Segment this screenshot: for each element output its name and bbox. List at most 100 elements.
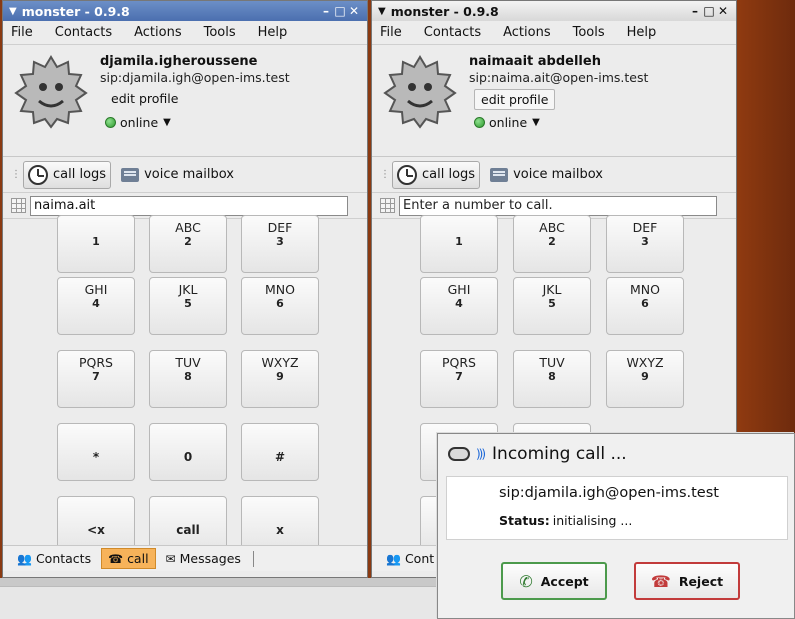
maximize-icon[interactable]: □: [333, 4, 347, 18]
call-logs-button[interactable]: call logs: [23, 160, 112, 189]
key-7[interactable]: PQRS 7: [57, 350, 135, 408]
key-5[interactable]: JKL 5: [149, 277, 227, 335]
key-1[interactable]: 1: [420, 215, 498, 273]
key-digit: 7: [455, 370, 463, 383]
key-3[interactable]: DEF 3: [606, 215, 684, 273]
tab-messages-label: Messages: [179, 551, 241, 566]
menu-file[interactable]: File: [380, 25, 402, 40]
key-star[interactable]: *: [57, 423, 135, 481]
tab-contacts[interactable]: 👥 Cont: [380, 549, 440, 568]
profile-panel: naimaait abdelleh sip:naima.ait@open-ims…: [372, 45, 736, 145]
incoming-call-header: ))) Incoming call ...: [438, 434, 794, 474]
menu-tools[interactable]: Tools: [204, 25, 236, 40]
signal-waves-icon: ))): [476, 447, 486, 461]
key-8[interactable]: TUV 8: [513, 350, 591, 408]
presence-selector[interactable]: online ▼: [474, 115, 540, 130]
edit-profile-button[interactable]: edit profile: [474, 89, 556, 110]
key-2[interactable]: ABC 2: [149, 215, 227, 273]
call-logs-label: call logs: [53, 167, 107, 182]
dial-pad: 1 ABC 2 DEF 3 GHI 4 JKL 5 MNO 6 PQRS 7 TUV 8 WX…: [3, 215, 367, 545]
status-label: Status:: [499, 513, 550, 528]
key-digit: 8: [548, 370, 556, 383]
gear-avatar-icon: [14, 55, 88, 129]
profile-panel: djamila.igheroussene sip:djamila.igh@ope…: [3, 45, 367, 145]
key-7[interactable]: PQRS 7: [420, 350, 498, 408]
tools-toolbar: ⋮ call logs voice mailbox: [3, 157, 367, 193]
key-letters: ABC: [175, 220, 201, 235]
key-5[interactable]: JKL 5: [513, 277, 591, 335]
key-6[interactable]: MNO 6: [241, 277, 319, 335]
voice-mailbox-button[interactable]: voice mailbox: [117, 161, 238, 189]
key-3[interactable]: DEF 3: [241, 215, 319, 273]
reject-button[interactable]: ☎ Reject: [634, 562, 740, 600]
key-letters: GHI: [84, 282, 108, 297]
window-menu-arrow-icon[interactable]: ▼: [378, 6, 386, 17]
call-key[interactable]: call: [149, 496, 227, 545]
menu-file[interactable]: File: [11, 25, 33, 40]
key-digit: <x: [87, 523, 105, 537]
edit-profile-button[interactable]: edit profile: [105, 89, 184, 108]
presence-label: online: [489, 115, 528, 130]
menu-actions[interactable]: Actions: [503, 25, 551, 40]
key-8[interactable]: TUV 8: [149, 350, 227, 408]
key-digit: call: [176, 523, 200, 537]
clock-icon: [397, 164, 417, 185]
key-digit: 1: [455, 235, 463, 248]
reject-phone-icon: ☎: [650, 571, 671, 591]
tab-contacts[interactable]: 👥 Contacts: [11, 549, 97, 568]
phone-icon: ☎: [108, 551, 124, 566]
menu-contacts[interactable]: Contacts: [55, 25, 112, 40]
incoming-call-title: Incoming call ...: [492, 444, 627, 464]
presence-selector[interactable]: online ▼: [105, 115, 171, 130]
toolbar-grip-icon[interactable]: ⋮: [11, 169, 21, 180]
menu-contacts[interactable]: Contacts: [424, 25, 481, 40]
key-letters: WXYZ: [261, 355, 299, 370]
key-2[interactable]: ABC 2: [513, 215, 591, 273]
key-9[interactable]: WXYZ 9: [606, 350, 684, 408]
voice-mailbox-label: voice mailbox: [513, 167, 603, 182]
menu-bar: File Contacts Actions Tools Help: [372, 21, 736, 45]
voice-mailbox-button[interactable]: voice mailbox: [486, 161, 607, 189]
window-titlebar[interactable]: ▼ monster - 0.9.8 – □ ✕: [3, 1, 367, 21]
menu-help[interactable]: Help: [258, 25, 288, 40]
key-digit: 8: [184, 370, 192, 383]
tab-call[interactable]: ☎ call: [101, 548, 156, 569]
key-hash[interactable]: #: [241, 423, 319, 481]
number-input[interactable]: [399, 195, 717, 216]
key-letters: TUV: [539, 355, 565, 370]
key-digit: 7: [92, 370, 100, 383]
numpad-icon[interactable]: [380, 198, 395, 213]
tab-call-label: call: [127, 551, 149, 566]
numpad-icon[interactable]: [11, 198, 26, 213]
menu-actions[interactable]: Actions: [134, 25, 182, 40]
close-icon[interactable]: ✕: [716, 4, 730, 18]
reject-label: Reject: [678, 573, 724, 589]
menu-help[interactable]: Help: [627, 25, 657, 40]
maximize-icon[interactable]: □: [702, 4, 716, 18]
key-6[interactable]: MNO 6: [606, 277, 684, 335]
key-digit: 1: [92, 235, 100, 248]
menu-tools[interactable]: Tools: [573, 25, 605, 40]
voicemail-icon: [490, 167, 509, 182]
key-digit: 3: [276, 235, 284, 248]
chevron-down-icon: ▼: [532, 117, 540, 128]
minimize-icon[interactable]: –: [319, 4, 333, 18]
clear-key[interactable]: x: [241, 496, 319, 545]
tab-messages[interactable]: ✉ Messages: [160, 549, 247, 568]
window-menu-arrow-icon[interactable]: ▼: [9, 6, 17, 17]
number-input[interactable]: [30, 195, 348, 216]
accept-button[interactable]: ✆ Accept: [501, 562, 607, 600]
close-icon[interactable]: ✕: [347, 4, 361, 18]
key-4[interactable]: GHI 4: [420, 277, 498, 335]
key-4[interactable]: GHI 4: [57, 277, 135, 335]
toolbar-grip-icon[interactable]: ⋮: [380, 169, 390, 180]
key-digit: 4: [92, 297, 100, 310]
window-titlebar[interactable]: ▼ monster - 0.9.8 – □ ✕: [372, 1, 736, 21]
minimize-icon[interactable]: –: [688, 4, 702, 18]
voicemail-icon: [121, 167, 140, 182]
key-1[interactable]: 1: [57, 215, 135, 273]
call-logs-button[interactable]: call logs: [392, 160, 481, 189]
key-9[interactable]: WXYZ 9: [241, 350, 319, 408]
backspace-key[interactable]: <x: [57, 496, 135, 545]
key-0[interactable]: 0: [149, 423, 227, 481]
